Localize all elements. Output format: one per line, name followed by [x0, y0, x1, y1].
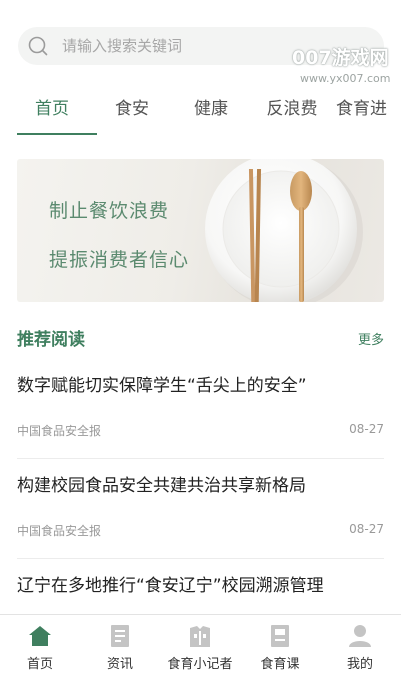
banner-line-2: 提振消费者信心	[49, 249, 190, 271]
news-icon	[111, 625, 129, 647]
search-icon	[28, 36, 48, 56]
article-title: 数字赋能切实保障学生“舌尖上的安全”	[17, 376, 307, 396]
bottom-navigation: 首页 资讯 食育小记者 食育课 我的	[0, 614, 401, 688]
article-date: 08-27	[349, 422, 384, 436]
nav-home-label: 首页	[26, 657, 53, 672]
tab-anti-waste[interactable]: 反浪费	[257, 92, 327, 132]
article-item[interactable]: 辽宁在多地推行“食安辽宁”校园溯源管理	[17, 571, 384, 611]
tab-food-safety[interactable]: 食安	[97, 92, 167, 132]
more-link[interactable]: 更多	[358, 329, 384, 348]
nav-home[interactable]: 首页	[0, 615, 80, 689]
nav-profile-label: 我的	[346, 657, 373, 672]
divider	[17, 558, 384, 559]
nav-news[interactable]: 资讯	[80, 615, 160, 689]
nav-reporter[interactable]: 食育小记者	[160, 615, 240, 689]
nav-course-label: 食育课	[260, 657, 300, 672]
article-date: 08-27	[349, 522, 384, 536]
tab-health[interactable]: 健康	[176, 92, 246, 132]
article-title: 辽宁在多地推行“食安辽宁”校园溯源管理	[17, 576, 324, 596]
banner-line-1: 制止餐饮浪费	[49, 200, 170, 222]
tab-home[interactable]: 首页	[17, 92, 87, 132]
plate-illustration	[205, 159, 363, 302]
article-item[interactable]: 构建校园食品安全共建共治共享新格局 中国食品安全报 08-27	[17, 471, 384, 551]
profile-icon	[349, 625, 371, 647]
article-title: 构建校园食品安全共建共治共享新格局	[17, 476, 306, 496]
nav-course[interactable]: 食育课	[240, 615, 320, 689]
tab-food-education[interactable]: 食育进	[336, 92, 401, 132]
article-item[interactable]: 数字赋能切实保障学生“舌尖上的安全” 中国食品安全报 08-27	[17, 371, 384, 451]
home-icon	[29, 626, 51, 646]
nav-profile[interactable]: 我的	[320, 615, 400, 689]
watermark-brand: 007游戏网	[292, 47, 389, 69]
watermark-url: www.yx007.com	[300, 72, 391, 85]
section-title-recommended: 推荐阅读	[17, 330, 85, 350]
nav-news-label: 资讯	[106, 657, 133, 672]
divider	[17, 458, 384, 459]
promo-banner[interactable]: 制止餐饮浪费 提振消费者信心	[17, 159, 384, 302]
article-source: 中国食品安全报	[17, 524, 102, 538]
article-source: 中国食品安全报	[17, 424, 102, 438]
reporter-icon	[190, 626, 210, 647]
category-tabs: 首页 食安 健康 反浪费 食育进	[0, 92, 401, 137]
course-icon	[271, 625, 289, 647]
active-tab-indicator	[17, 133, 97, 135]
nav-reporter-label: 食育小记者	[167, 657, 233, 672]
